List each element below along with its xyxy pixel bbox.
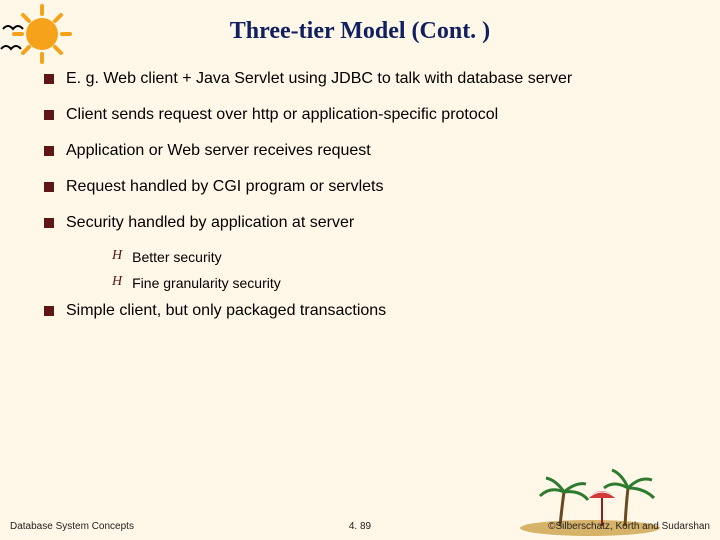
bullet-item: Client sends request over http or applic… [44,105,676,125]
bullet-text: Simple client, but only packaged transac… [66,301,386,321]
bullet-item: Application or Web server receives reque… [44,141,676,161]
bullet-marker [44,74,54,84]
bullet-marker [44,306,54,316]
footer-right: ©Silberschatz, Korth and Sudarshan [379,521,710,532]
subbullet-text: Better security [132,249,221,265]
footer-left: Database System Concepts [10,521,341,532]
bullet-text: Application or Web server receives reque… [66,141,371,161]
subbullet-list: H Better security H Fine granularity sec… [112,249,676,291]
subbullet-marker: H [112,249,122,263]
bullet-text: Security handled by application at serve… [66,213,354,233]
subbullet-marker: H [112,275,122,289]
bullet-item: Simple client, but only packaged transac… [44,301,676,321]
slide-footer: Database System Concepts 4. 89 ©Silbersc… [0,521,720,532]
bullet-item: E. g. Web client + Java Servlet using JD… [44,69,676,89]
bullet-text: Client sends request over http or applic… [66,105,498,125]
bullet-item: Security handled by application at serve… [44,213,676,233]
bullet-marker [44,182,54,192]
subbullet-item: H Fine granularity security [112,275,676,291]
footer-center: 4. 89 [341,521,379,532]
bullet-marker [44,146,54,156]
slide-title: Three-tier Model (Cont. ) [0,0,720,69]
bullet-marker [44,218,54,228]
bullet-item: Request handled by CGI program or servle… [44,177,676,197]
bird-icon [2,22,24,34]
slide-body: E. g. Web client + Java Servlet using JD… [0,69,720,321]
bullet-text: Request handled by CGI program or servle… [66,177,383,197]
bullet-marker [44,110,54,120]
subbullet-item: H Better security [112,249,676,265]
bullet-text: E. g. Web client + Java Servlet using JD… [66,69,572,89]
subbullet-text: Fine granularity security [132,275,281,291]
bird-icon [0,42,22,54]
